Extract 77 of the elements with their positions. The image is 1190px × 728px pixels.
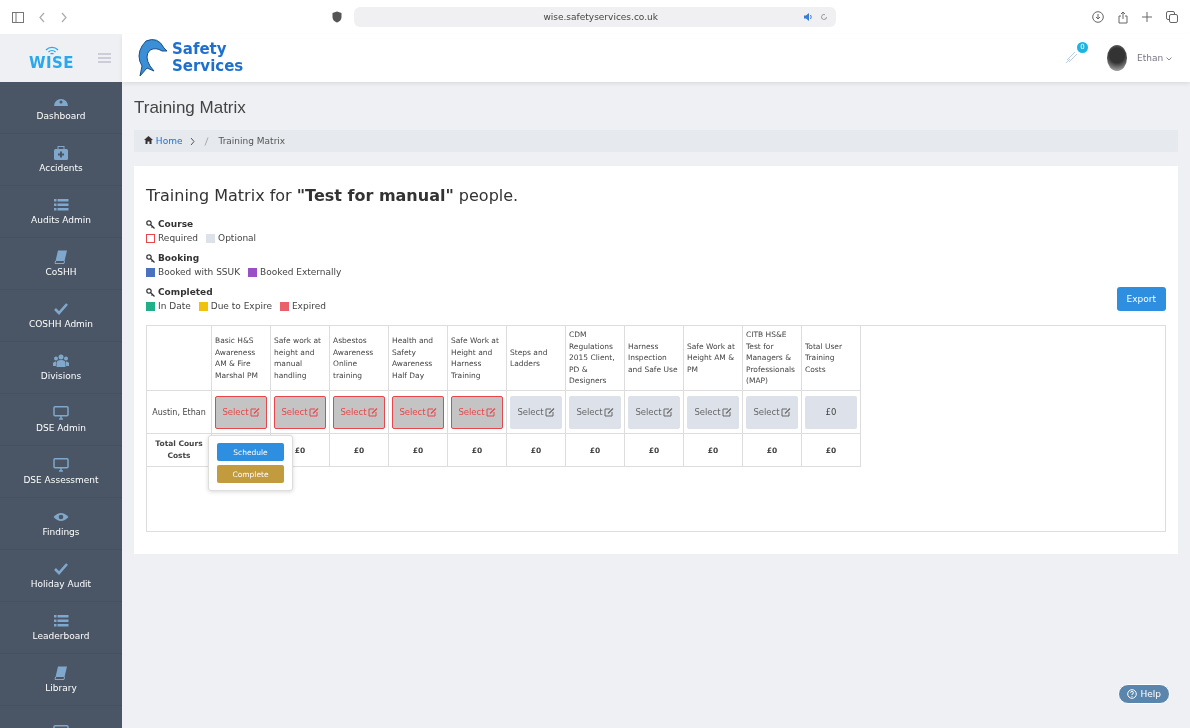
check-icon	[53, 562, 69, 576]
list-icon	[53, 198, 69, 212]
check-icon	[53, 302, 69, 316]
edit-icon	[603, 407, 614, 417]
breadcrumb-link[interactable]: Home	[144, 136, 183, 146]
sidebar-item[interactable]: Leaderboard	[0, 602, 122, 654]
legend-label: Required	[158, 233, 199, 243]
legend-label: Optional	[218, 233, 257, 243]
sidebar-item[interactable]: DSE Admin	[0, 394, 122, 446]
user-menu[interactable]: Ethan	[1137, 53, 1172, 63]
share-icon[interactable]	[1118, 10, 1128, 24]
sidebar-item[interactable]: Holiday Audit	[0, 550, 122, 602]
person-name: Austin, Ethan	[152, 407, 206, 417]
plus-icon[interactable]	[1142, 12, 1152, 22]
wise-logo: WISE	[28, 45, 75, 71]
matrix-heading: Training Matrix for "Test for manual" people.	[146, 186, 520, 205]
user-total-cost: £0	[805, 395, 857, 429]
address-bar[interactable]: wise.safetyservices.co.uk	[354, 7, 836, 27]
shield-icon	[332, 11, 342, 23]
url-text: wise.safetyservices.co.uk	[543, 12, 658, 22]
list-icon	[53, 614, 69, 628]
legend-label: In Date	[158, 301, 191, 311]
sidebar-item[interactable]: Accidents	[0, 134, 122, 186]
avatar-silhouette	[1107, 45, 1127, 71]
legend-title: Course	[158, 219, 194, 229]
medkit-icon	[53, 146, 69, 160]
legend-label: Expired	[291, 301, 326, 311]
edit-icon	[426, 407, 437, 417]
sidebar-item[interactable]: Library	[0, 654, 122, 706]
sidebar-item[interactable]: CoSHH	[0, 238, 122, 290]
breadcrumb-separator-icon	[190, 136, 211, 146]
select-course-button[interactable]: Select	[569, 395, 621, 429]
back-icon[interactable]	[38, 11, 46, 23]
sidebar-item[interactable]: Dashboard	[0, 82, 122, 134]
sidebar-item[interactable]: COSHH Admin	[0, 290, 122, 342]
tabs-icon[interactable]	[1166, 11, 1178, 23]
select-course-button[interactable]: Select	[746, 395, 798, 429]
forward-icon[interactable]	[60, 11, 68, 23]
page-title: Training Matrix	[134, 98, 247, 118]
dolphin-logo	[136, 38, 168, 78]
edit-icon	[249, 407, 260, 417]
download-icon[interactable]	[1092, 11, 1104, 23]
sidebar-item[interactable]: Findings	[0, 498, 122, 550]
legend-label: Booked with SSUK	[158, 267, 241, 277]
edit-icon	[485, 407, 496, 417]
monitor-icon	[53, 458, 69, 472]
home-icon	[144, 136, 153, 144]
edit-icon	[780, 407, 791, 417]
legend-title: Completed	[158, 287, 213, 297]
edit-icon	[662, 407, 673, 417]
edit-icon	[544, 407, 555, 417]
export-button[interactable]: Export	[1116, 287, 1166, 311]
book-icon	[53, 666, 69, 680]
chevron-down-icon[interactable]	[1166, 57, 1172, 61]
sidebar-item[interactable]: Divisions	[0, 342, 122, 394]
edit-icon	[721, 407, 732, 417]
legend-label: Due to Expire	[210, 301, 272, 311]
eye-icon	[53, 510, 69, 524]
help-button[interactable]: Help	[1118, 684, 1170, 704]
sidebar-toggle-icon[interactable]	[12, 11, 24, 23]
brand-name: Safety Services	[172, 41, 244, 75]
sidebar-item[interactable]: Audits Admin	[0, 186, 122, 238]
reload-icon[interactable]	[820, 13, 828, 21]
speaker-icon[interactable]	[804, 13, 814, 21]
select-course-button[interactable]: Select	[687, 395, 739, 429]
edit-icon	[367, 407, 378, 417]
help-icon	[1127, 689, 1138, 699]
legend-title: Booking	[158, 253, 200, 263]
users-icon	[53, 354, 69, 368]
select-course-button[interactable]: Select	[510, 395, 562, 429]
sidebar-item[interactable]: DSE Assessment	[0, 446, 122, 498]
monitor-icon	[53, 406, 69, 420]
book-icon	[53, 250, 69, 264]
select-course-button[interactable]: Select	[628, 395, 680, 429]
legend-label: Booked Externally	[260, 267, 342, 277]
edit-icon	[308, 407, 319, 417]
breadcrumb-current: Training Matrix	[218, 136, 286, 146]
